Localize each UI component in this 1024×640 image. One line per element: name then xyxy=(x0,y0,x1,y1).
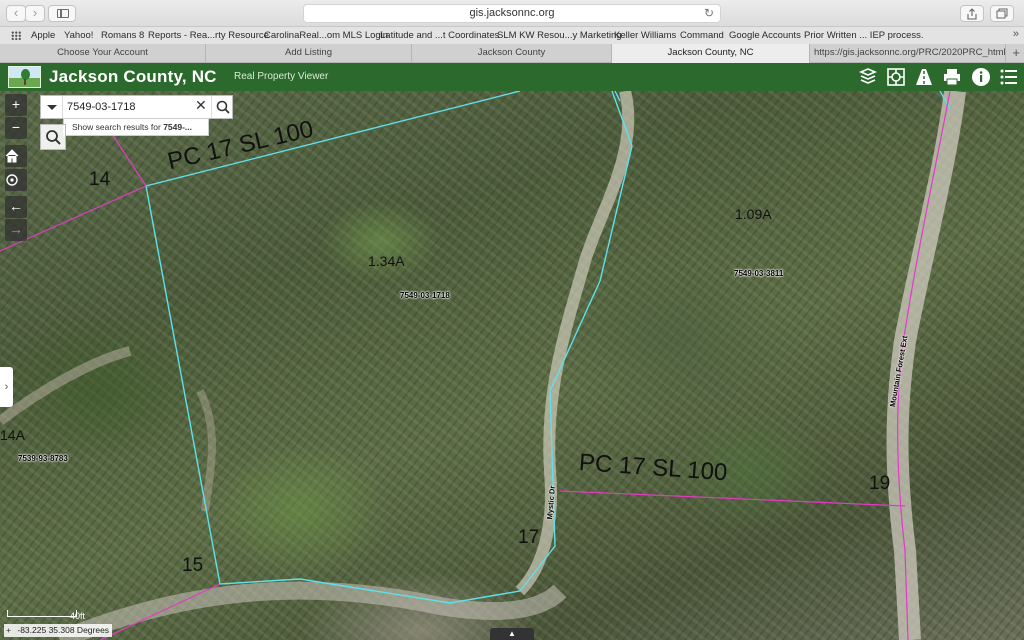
next-extent-button[interactable]: → xyxy=(5,219,27,241)
suggestion-prefix: Show search results for xyxy=(72,122,164,132)
bookmark-item[interactable]: Command xyxy=(680,30,724,41)
browser-toolbar: ‹ › gis.jacksonnc.org ↻ xyxy=(0,0,1024,27)
coordinate-text: -83.225 35.308 Degrees xyxy=(17,625,110,635)
arrow-right-icon: → xyxy=(9,221,23,237)
url-text: gis.jacksonnc.org xyxy=(469,7,555,19)
lot-number: 15 xyxy=(182,555,204,576)
scale-bar xyxy=(7,610,77,617)
zoom-in-button[interactable]: + xyxy=(5,94,27,116)
print-icon[interactable] xyxy=(942,67,962,87)
search-icon xyxy=(46,130,61,145)
lot-line xyxy=(109,130,147,187)
address-bar[interactable]: gis.jacksonnc.org ↻ xyxy=(303,4,721,23)
roads-icon[interactable] xyxy=(914,67,934,87)
scale-label: 40ft xyxy=(70,611,86,621)
tab[interactable]: Jackson County xyxy=(412,44,612,63)
lot-number: 14 xyxy=(89,169,111,190)
road-surface xyxy=(515,91,635,596)
parcel-id-label[interactable]: 7549-03-1718 xyxy=(400,291,450,300)
bookmarks-overflow-icon[interactable]: » xyxy=(1013,28,1019,40)
road-surface xyxy=(0,346,132,426)
new-tab-icon[interactable]: + xyxy=(1012,45,1020,60)
bookmark-item[interactable]: Keller Williams xyxy=(614,30,676,41)
road-surface xyxy=(886,91,966,640)
search-suggestion[interactable]: Show search results for 7549-... xyxy=(63,118,209,136)
search-button[interactable] xyxy=(211,96,233,118)
sidebar-toggle-icon[interactable] xyxy=(48,5,76,22)
road-surface xyxy=(196,389,216,512)
forward-button[interactable]: › xyxy=(25,5,45,22)
home-button[interactable] xyxy=(5,145,27,167)
bookmark-item[interactable]: Latitude and ...t Coordinates xyxy=(380,30,499,41)
bookmark-item[interactable]: Yahoo! xyxy=(64,30,93,41)
app-header: Jackson County, NC Real Property Viewer xyxy=(0,63,1024,91)
bookmark-item[interactable]: SLM KW Resou...y Marketing xyxy=(497,30,622,41)
bookmark-item[interactable]: Google Accounts xyxy=(729,30,801,41)
home-icon xyxy=(5,149,19,163)
layers-icon[interactable] xyxy=(858,67,878,87)
map-view[interactable]: PC 17 SL 100 PC 17 SL 100 14 15 17 19 1.… xyxy=(0,91,1024,640)
parcel-id-label[interactable]: 7549-03-3811 xyxy=(734,269,783,278)
map-overlay xyxy=(0,91,966,640)
tab[interactable]: Choose Your Account xyxy=(0,44,206,63)
bookmarks-bar: Apple Yahoo! Romans 8 Reports - Rea...rt… xyxy=(0,27,1024,44)
bookmark-item[interactable]: Prior Written ... IEP process. xyxy=(804,30,924,41)
county-logo xyxy=(8,66,41,88)
bookmark-item[interactable]: Reports - Rea...rty Resource xyxy=(148,30,269,41)
acreage-label: 14A xyxy=(0,427,25,443)
search-icon xyxy=(216,100,230,114)
parcel-id-label[interactable]: 7539-93-8783 xyxy=(18,454,68,463)
target-icon xyxy=(6,174,18,186)
lot-line xyxy=(559,490,906,507)
bookmark-item[interactable]: Apple xyxy=(31,30,55,41)
back-button[interactable]: ‹ xyxy=(6,5,26,22)
coordinate-readout: + -83.225 35.308 Degrees xyxy=(4,624,113,637)
share-icon[interactable] xyxy=(960,5,984,22)
acreage-label: 1.34A xyxy=(368,253,405,269)
info-icon[interactable] xyxy=(971,67,991,87)
search-widget: ✕ xyxy=(40,95,233,119)
clear-icon[interactable]: ✕ xyxy=(195,97,207,114)
grid-icon[interactable] xyxy=(11,31,21,40)
reload-icon[interactable]: ↻ xyxy=(704,5,714,22)
locate-icon[interactable] xyxy=(886,67,906,87)
arrow-left-icon: ← xyxy=(9,198,23,214)
search-source-dropdown[interactable] xyxy=(41,96,63,118)
tabs-overview-icon[interactable] xyxy=(990,5,1014,22)
lot-number: 17 xyxy=(518,527,540,548)
road-surface xyxy=(56,581,567,640)
previous-extent-button[interactable]: ← xyxy=(5,196,27,218)
search-toggle-button[interactable] xyxy=(40,124,66,150)
bookmark-item[interactable]: Romans 8 xyxy=(101,30,144,41)
acreage-label: 1.09A xyxy=(735,206,772,222)
app-title: Jackson County, NC xyxy=(49,67,217,86)
locate-me-button[interactable] xyxy=(5,169,27,191)
crosshair-icon: + xyxy=(6,625,11,635)
tab[interactable]: Add Listing xyxy=(206,44,412,63)
app-subtitle: Real Property Viewer xyxy=(234,71,329,82)
lot-number: 19 xyxy=(869,473,891,494)
tab-active[interactable]: Jackson County, NC xyxy=(612,44,810,63)
bottom-panel-toggle[interactable]: ▲ xyxy=(490,628,534,640)
tab-bar: Choose Your Account Add Listing Jackson … xyxy=(0,44,1024,63)
bookmark-item[interactable]: CarolinaReal...om MLS Login xyxy=(264,30,388,41)
search-input[interactable] xyxy=(67,99,192,115)
menu-icon[interactable] xyxy=(999,67,1019,87)
tab[interactable]: https://gis.jacksonnc.org/PRC/2020PRC_ht… xyxy=(810,44,1006,63)
suggestion-query: 7549-... xyxy=(163,122,193,132)
side-panel-toggle[interactable]: › xyxy=(0,367,13,407)
zoom-out-button[interactable]: − xyxy=(5,117,27,139)
